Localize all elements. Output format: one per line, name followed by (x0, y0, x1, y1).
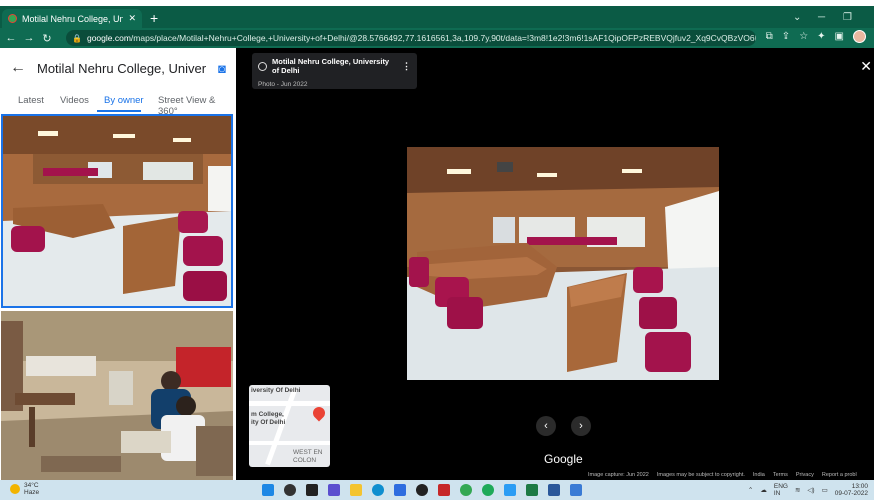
file-explorer-icon[interactable] (350, 484, 362, 496)
conference-room-thumbnail (3, 116, 231, 306)
office-photo-thumbnail (1, 311, 233, 480)
map-road (249, 441, 330, 445)
reload-icon[interactable]: ↻ (38, 32, 56, 45)
viewer-footer: Image capture: Jun 2022 Images may be su… (588, 472, 857, 478)
terms-link[interactable]: Terms (773, 472, 788, 478)
store-icon[interactable] (394, 484, 406, 496)
bookmark-star-icon[interactable]: ☆ (799, 31, 808, 42)
excel-icon[interactable] (526, 484, 538, 496)
back-icon[interactable]: ← (2, 32, 20, 44)
copyright-note: Images may be subject to copyright. (656, 472, 745, 478)
owner-avatar (258, 61, 267, 71)
chevron-up-icon[interactable]: ⌃ (748, 487, 753, 494)
location-pin-icon (310, 404, 328, 422)
map-label: iversity Of Delhi (251, 387, 301, 394)
sidebar-icon[interactable]: ▣ (835, 31, 844, 42)
word-icon[interactable] (548, 484, 560, 496)
tab-title: Motilal Nehru College, Universit... (22, 13, 124, 24)
dell-icon[interactable] (416, 484, 428, 496)
url-host: google.com (86, 33, 131, 43)
toolbar-icons: ⧉ ⇪ ☆ ✦ ▣ (766, 30, 866, 43)
photo-date: Photo - Jun 2022 (258, 81, 308, 88)
main-photo[interactable] (407, 147, 719, 380)
url-field[interactable]: 🔒 google.com/maps/place/Motilal+Nehru+Co… (66, 30, 756, 46)
new-tab-button[interactable]: + (150, 11, 158, 25)
forward-icon[interactable]: → (20, 32, 38, 44)
browser-tab[interactable]: Motilal Nehru College, Universit... ✕ (2, 9, 142, 28)
pictures-icon[interactable] (504, 484, 516, 496)
photos-panel: ← Motilal Nehru College, University ... … (0, 48, 236, 480)
chrome-icon[interactable] (460, 484, 472, 496)
battery-icon[interactable]: ▭ (822, 487, 828, 494)
back-arrow-icon[interactable]: ← (10, 59, 32, 77)
tab-by-owner[interactable]: By owner (104, 95, 144, 106)
photo-thumbnail[interactable] (1, 311, 233, 480)
photo-tabs: Latest Videos By owner Street View & 360… (0, 88, 236, 117)
mcafee-icon[interactable] (438, 484, 450, 496)
language-indicator[interactable]: ENG IN (774, 483, 788, 497)
close-tab-icon[interactable]: ✕ (128, 13, 136, 24)
tab-strip: Motilal Nehru College, Universit... ✕ + … (0, 6, 874, 28)
install-app-icon[interactable]: ⧉ (766, 31, 773, 42)
weather-widget[interactable]: 34°C Haze (10, 482, 39, 496)
photo-thumbnail-selected[interactable] (1, 114, 233, 308)
task-view-icon[interactable] (306, 484, 318, 496)
tab-latest[interactable]: Latest (18, 95, 44, 106)
volume-icon[interactable]: ◁) (807, 487, 814, 494)
windows-taskbar: 34°C Haze ⌃ ☁ ENG IN ≋ ◁) ▭ 13:00 09-07-202… (0, 480, 874, 500)
edge-icon[interactable] (372, 484, 384, 496)
onedrive-icon[interactable]: ☁ (760, 487, 767, 494)
maps-favicon-icon (8, 14, 17, 23)
close-viewer-icon[interactable]: ✕ (860, 58, 872, 75)
photo-title: Motilal Nehru College, University of Del… (272, 57, 390, 75)
weather-condition: Haze (24, 489, 40, 496)
report-link[interactable]: Report a probl (822, 472, 857, 478)
taskbar-apps (262, 484, 582, 496)
share-icon[interactable]: ⇪ (782, 31, 790, 42)
active-tab-indicator (97, 110, 141, 112)
chat-icon[interactable] (328, 484, 340, 496)
url-path: /maps/place/Motilal+Nehru+College,+Unive… (130, 33, 756, 43)
address-bar: ← → ↻ 🔒 google.com/maps/place/Motilal+Ne… (0, 28, 874, 48)
more-options-icon[interactable]: ⋮ (402, 61, 411, 72)
country-link[interactable]: India (753, 472, 765, 478)
google-logo: Google (544, 452, 583, 466)
start-icon[interactable] (262, 484, 274, 496)
map-label: WEST EN COLON (293, 449, 323, 464)
capture-date: Image capture: Jun 2022 (588, 472, 649, 478)
tab-videos[interactable]: Videos (60, 95, 89, 106)
sun-icon (10, 484, 20, 494)
maximize-icon[interactable]: ❐ (843, 12, 852, 23)
lock-icon: 🔒 (72, 33, 82, 43)
map-label: m College, ity Of Delhi (251, 411, 286, 426)
search-icon[interactable] (284, 484, 296, 496)
chevron-down-icon[interactable]: ⌄ (793, 12, 801, 23)
photos-icon[interactable] (570, 484, 582, 496)
wifi-icon[interactable]: ≋ (795, 487, 800, 494)
next-photo-button[interactable]: › (571, 416, 591, 436)
panel-header: ← Motilal Nehru College, University ... … (0, 48, 236, 88)
clock[interactable]: 13:00 09-07-2022 (835, 483, 868, 497)
add-photo-icon[interactable]: ◙ (206, 61, 226, 76)
extensions-icon[interactable]: ✦ (817, 31, 825, 42)
chrome-profile-icon[interactable] (482, 484, 494, 496)
temperature: 34°C (24, 482, 39, 489)
profile-avatar[interactable] (853, 30, 866, 43)
minimize-icon[interactable]: ─ (818, 12, 825, 23)
photo-viewer: Motilal Nehru College, University of Del… (236, 48, 874, 480)
privacy-link[interactable]: Privacy (796, 472, 814, 478)
place-name: Motilal Nehru College, University ... (37, 60, 206, 76)
conference-room-photo (407, 147, 719, 380)
mini-map[interactable]: iversity Of Delhi m College, ity Of Delhi… (249, 385, 330, 467)
previous-photo-button[interactable]: ‹ (536, 416, 556, 436)
system-tray: ⌃ ☁ ENG IN ≋ ◁) ▭ 13:00 09-07-2022 (748, 483, 868, 497)
photo-info-card: Motilal Nehru College, University of Del… (252, 53, 417, 89)
